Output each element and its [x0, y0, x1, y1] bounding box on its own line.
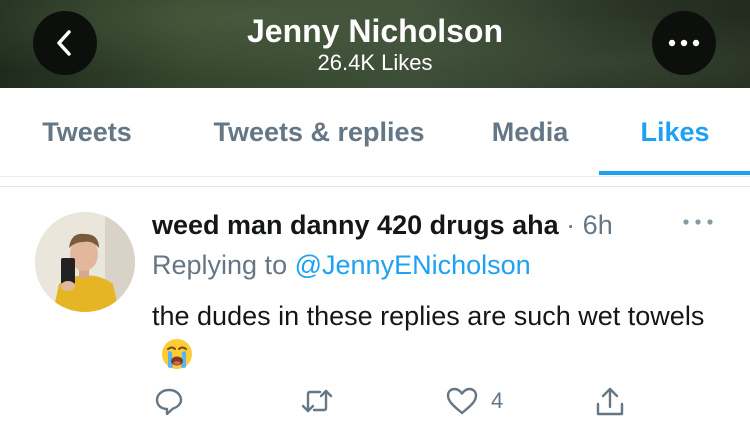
tab-media[interactable]: Media: [477, 88, 583, 176]
reply-button[interactable]: [153, 385, 185, 417]
retweet-icon: [301, 389, 333, 413]
tab-tweets-replies[interactable]: Tweets & replies: [193, 88, 445, 176]
tweet-body: the dudes in these replies are such wet …: [152, 301, 705, 331]
like-button[interactable]: 4: [445, 385, 503, 417]
more-button[interactable]: [652, 11, 716, 75]
reply-icon: [155, 388, 183, 416]
replying-prefix: Replying to: [152, 250, 288, 280]
retweet-button[interactable]: [299, 385, 335, 417]
avatar-image: [35, 212, 135, 312]
likes-count: 26.4K Likes: [317, 50, 433, 75]
tab-likes[interactable]: Likes: [610, 88, 740, 176]
tweet-time[interactable]: 6h: [583, 210, 613, 240]
share-button[interactable]: [594, 385, 626, 419]
divider: [0, 186, 750, 187]
replying-to: Replying to @JennyENicholson: [152, 248, 531, 282]
more-horizontal-icon: [683, 219, 713, 225]
heart-icon: [446, 387, 478, 415]
separator: ·: [566, 210, 576, 240]
tweet-actions: 4: [0, 385, 750, 425]
author-name[interactable]: weed man danny 420 drugs aha: [152, 210, 559, 240]
tweet-header: weed man danny 420 drugs aha · 6h: [152, 208, 613, 242]
tweet-text: the dudes in these replies are such wet …: [152, 296, 712, 382]
profile-name: Jenny Nicholson: [246, 13, 504, 49]
replying-handle[interactable]: @JennyENicholson: [295, 250, 531, 280]
profile-tabs: Tweets Tweets & replies Media Likes: [0, 88, 750, 177]
avatar[interactable]: [35, 212, 135, 312]
like-count: 4: [491, 388, 504, 413]
more-horizontal-icon: [668, 39, 700, 47]
loudly-crying-face-icon: [160, 337, 194, 382]
tab-tweets[interactable]: Tweets: [20, 88, 154, 176]
share-icon: [596, 387, 624, 416]
profile-header: Jenny Nicholson 26.4K Likes: [0, 0, 750, 88]
tweet-more-button[interactable]: [682, 214, 714, 232]
active-tab-indicator: [599, 171, 750, 175]
